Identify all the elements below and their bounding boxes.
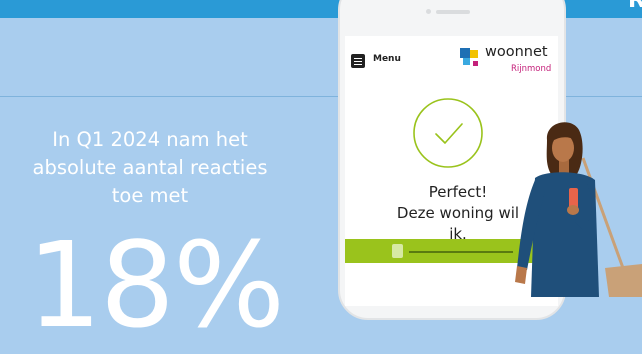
- top-corner-text: R: [628, 0, 642, 13]
- person-illustration: [515, 122, 642, 297]
- slider-track: [409, 251, 513, 253]
- intro-line-3: toe met: [111, 184, 189, 207]
- intro-line-2: absolute aantal reacties: [32, 156, 268, 179]
- intro-line-1: In Q1 2024 nam het: [52, 128, 248, 151]
- slider-thumb[interactable]: [392, 244, 403, 258]
- stat-value: 18%: [26, 216, 285, 354]
- intro-text: In Q1 2024 nam het absolute aantal react…: [0, 126, 300, 210]
